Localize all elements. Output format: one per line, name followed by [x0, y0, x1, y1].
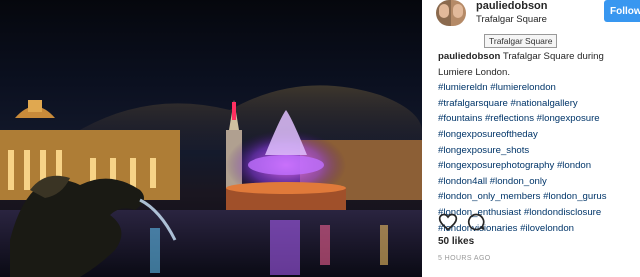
post-timestamp[interactable]: 5 HOURS AGO [438, 255, 491, 262]
username-link[interactable]: pauliedobson [476, 0, 548, 12]
instagram-post: pauliedobson Trafalgar Square Follow Tra… [0, 0, 640, 277]
hashtag-line[interactable]: #lumiereldn #lumierelondon [438, 80, 634, 96]
caption-username-link[interactable]: pauliedobson [438, 51, 500, 62]
trafalgar-square-night-photo [0, 85, 422, 277]
heart-icon[interactable] [438, 212, 458, 232]
post-photo[interactable] [0, 0, 422, 277]
post-caption: pauliedobson Trafalgar Square during Lum… [438, 49, 634, 236]
avatar-face-left [439, 4, 449, 18]
post-side-panel: pauliedobson Trafalgar Square Follow Tra… [422, 0, 640, 277]
hashtag-line[interactable]: #london_only_members #london_gurus [438, 189, 634, 205]
likes-count[interactable]: 50 likes [438, 236, 474, 247]
avatar-face-right [453, 4, 463, 18]
location-link[interactable]: Trafalgar Square [476, 14, 547, 25]
follow-button[interactable]: Follow [604, 0, 640, 22]
hashtag-line[interactable]: #london4all #london_only [438, 174, 634, 190]
location-tooltip: Trafalgar Square [484, 34, 558, 48]
hashtag-line[interactable]: #longexposure_shots [438, 143, 634, 159]
hashtag-line[interactable]: #longexposureoftheday [438, 127, 634, 143]
comment-icon[interactable] [466, 212, 486, 232]
hashtag-line[interactable]: #fountains #reflections #longexposure [438, 111, 634, 127]
hashtag-line[interactable]: #longexposurephotography #london [438, 158, 634, 174]
avatar[interactable] [436, 0, 466, 26]
post-header: pauliedobson Trafalgar Square Follow [422, 0, 640, 34]
hashtag-line[interactable]: #trafalgarsquare #nationalgallery [438, 96, 634, 112]
